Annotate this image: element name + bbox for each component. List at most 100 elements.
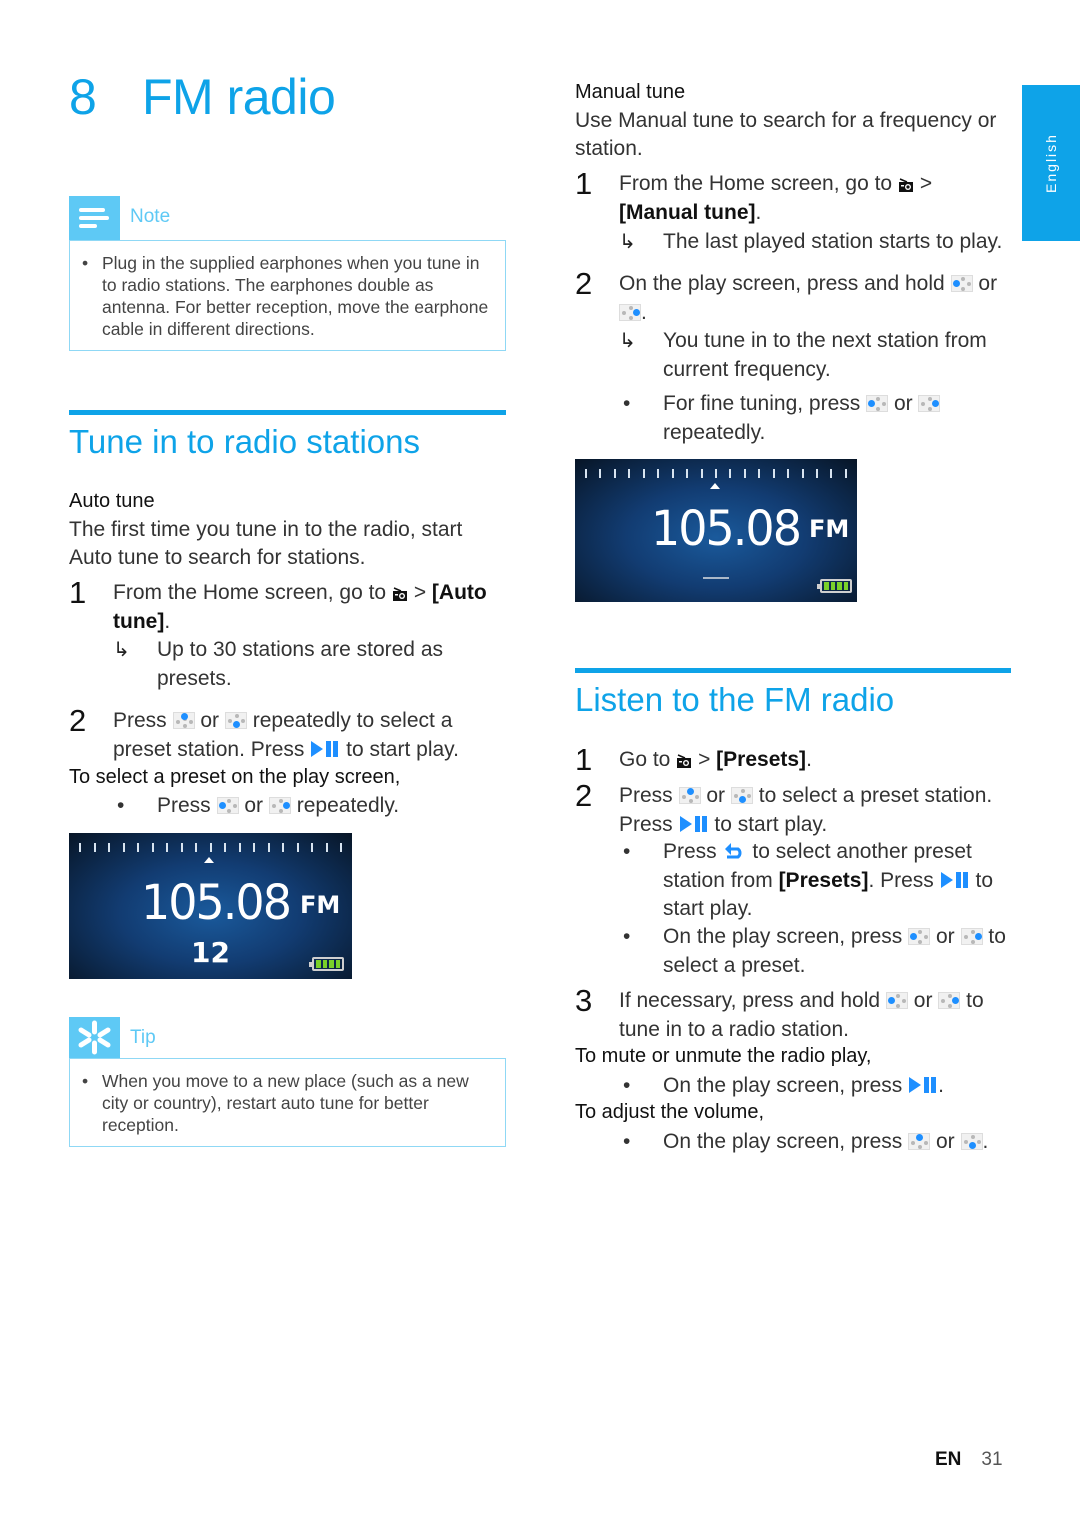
auto-tune-step-2: 2 Press or repeatedly to select a preset… [69, 703, 506, 764]
dpad-left-icon [866, 395, 889, 412]
text: If necessary, press and hold [619, 989, 881, 1012]
radio-icon [898, 172, 914, 192]
listen-step-2: 2 Press or to select a preset station. P… [575, 778, 1011, 839]
section-rule [69, 410, 506, 415]
step-number: 2 [575, 778, 593, 813]
step-text: If necessary, press and hold or to tune … [619, 987, 1011, 1044]
step-number: 2 [69, 703, 87, 738]
preset-heading: To select a preset on the play screen, [69, 766, 401, 788]
step-text: From the Home screen, go to > [Auto tune… [113, 579, 506, 636]
fine-tuning-bullet: • For fine tuning, press or repeatedly. [619, 390, 1011, 447]
tip-body: • When you move to a new place (such as … [69, 1058, 506, 1147]
mute-bullet: • On the play screen, press . [619, 1072, 944, 1101]
step-text: Press or to select a preset station. Pre… [619, 782, 1011, 839]
bullet-icon: • [117, 794, 125, 817]
manual-tune-intro: Use Manual tune to search for a frequenc… [575, 109, 997, 160]
mute-heading: To mute or unmute the radio play, [575, 1045, 872, 1067]
listen-step-3: 3 If necessary, press and hold or to tun… [575, 985, 1011, 1044]
bullet-icon: • [82, 1071, 89, 1091]
step-number: 1 [575, 742, 593, 777]
bullet-icon: • [623, 925, 631, 948]
bullet-text: On the play screen, press or to select a… [663, 923, 1014, 980]
note-callout: Note • Plug in the supplied earphones wh… [69, 196, 506, 351]
text: . [938, 1074, 944, 1097]
listen-bullet-back: • Press to select another preset station… [619, 838, 1011, 924]
radio-preset-screen-image: 105.08 FM 12 [69, 833, 352, 979]
auto-tune-heading: Auto tune [69, 490, 155, 512]
step-text: Go to > [Presets]. [619, 746, 812, 775]
bullet-text: Press to select another preset station f… [663, 838, 1011, 924]
text: Press [157, 794, 211, 817]
volume-bullet: • On the play screen, press or . [619, 1128, 988, 1157]
bullet-icon: • [623, 840, 631, 863]
text: > [413, 581, 427, 604]
bullet-icon: • [623, 392, 631, 415]
text: On the play screen, press [663, 1130, 903, 1153]
text: On the play screen, press and hold [619, 272, 945, 295]
radio-manual-screen-image: 105.08 FM [575, 459, 857, 602]
play-pause-icon [679, 813, 709, 832]
text: or [244, 794, 264, 817]
play-pause-icon [940, 869, 970, 888]
text: or [935, 925, 955, 948]
manual-tune-step-1-result: ↳ The last played station starts to play… [619, 228, 1011, 257]
step-text: On the play screen, press and hold or . [619, 270, 997, 327]
dpad-left-icon [908, 928, 931, 945]
text: to start play. [346, 737, 459, 761]
section-rule [575, 668, 1011, 673]
result-text: You tune in to the next station from cur… [663, 329, 987, 381]
dpad-down-icon [730, 787, 753, 804]
dpad-right-icon [918, 395, 941, 412]
text: . Press [868, 868, 934, 892]
tuning-marker-icon [710, 483, 720, 489]
radio-icon [392, 581, 408, 601]
bullet-icon: • [623, 1074, 631, 1097]
text: or [706, 784, 726, 807]
text: On the play screen, press [663, 925, 903, 948]
bullet-text: For fine tuning, press or repeatedly. [663, 390, 941, 447]
battery-icon [817, 579, 852, 593]
auto-tune-intro: The first time you tune in to the radio,… [69, 518, 463, 569]
result-arrow-icon: ↳ [619, 231, 636, 253]
frequency-display: 105.08 [141, 873, 292, 931]
tuning-scale [585, 469, 847, 479]
result-text: Up to 30 stations are stored as presets. [157, 638, 443, 690]
dpad-up-icon [172, 712, 195, 729]
section-title-listen: Listen to the FM radio [575, 681, 895, 718]
manual-tune-heading: Manual tune [575, 81, 686, 103]
preset-number: 12 [191, 936, 230, 969]
text: to start play. [714, 812, 828, 836]
text: Press [663, 840, 717, 863]
step-text: Press or repeatedly to select a preset s… [113, 707, 506, 764]
text: From the Home screen, go to [113, 581, 387, 604]
text: . [164, 609, 171, 633]
text: or [978, 272, 998, 295]
play-pause-icon [310, 738, 340, 757]
tip-icon [69, 1017, 120, 1058]
band-label: FM [300, 891, 341, 919]
page-footer: EN 31 [935, 1449, 1003, 1471]
dpad-right-icon [619, 303, 641, 321]
bullet-text: On the play screen, press or . [663, 1128, 988, 1157]
dpad-up-icon [908, 1133, 931, 1150]
step-number: 1 [69, 575, 87, 610]
manual-tune-step-1: 1 From the Home screen, go to > [Manual … [575, 168, 1011, 227]
language-tab: English [1022, 85, 1080, 241]
note-icon [69, 196, 120, 240]
preset-bullet: • Press or repeatedly. [113, 792, 399, 821]
dpad-right-icon [960, 928, 983, 945]
auto-tune-step-1: 1 From the Home screen, go to > [Auto tu… [69, 575, 506, 636]
text: or [200, 709, 220, 732]
text: repeatedly. [663, 420, 766, 444]
text: repeatedly. [296, 794, 400, 817]
note-text: Plug in the supplied earphones when you … [102, 253, 489, 339]
text: For fine tuning, press [663, 392, 861, 415]
step-number: 2 [575, 266, 593, 301]
text: From the Home screen, go to [619, 172, 893, 195]
radio-icon [676, 748, 692, 768]
text: > [919, 172, 933, 195]
text: > [698, 748, 711, 771]
back-icon [723, 840, 747, 859]
tuning-scale [79, 843, 342, 853]
menu-path: [Presets] [778, 868, 869, 892]
